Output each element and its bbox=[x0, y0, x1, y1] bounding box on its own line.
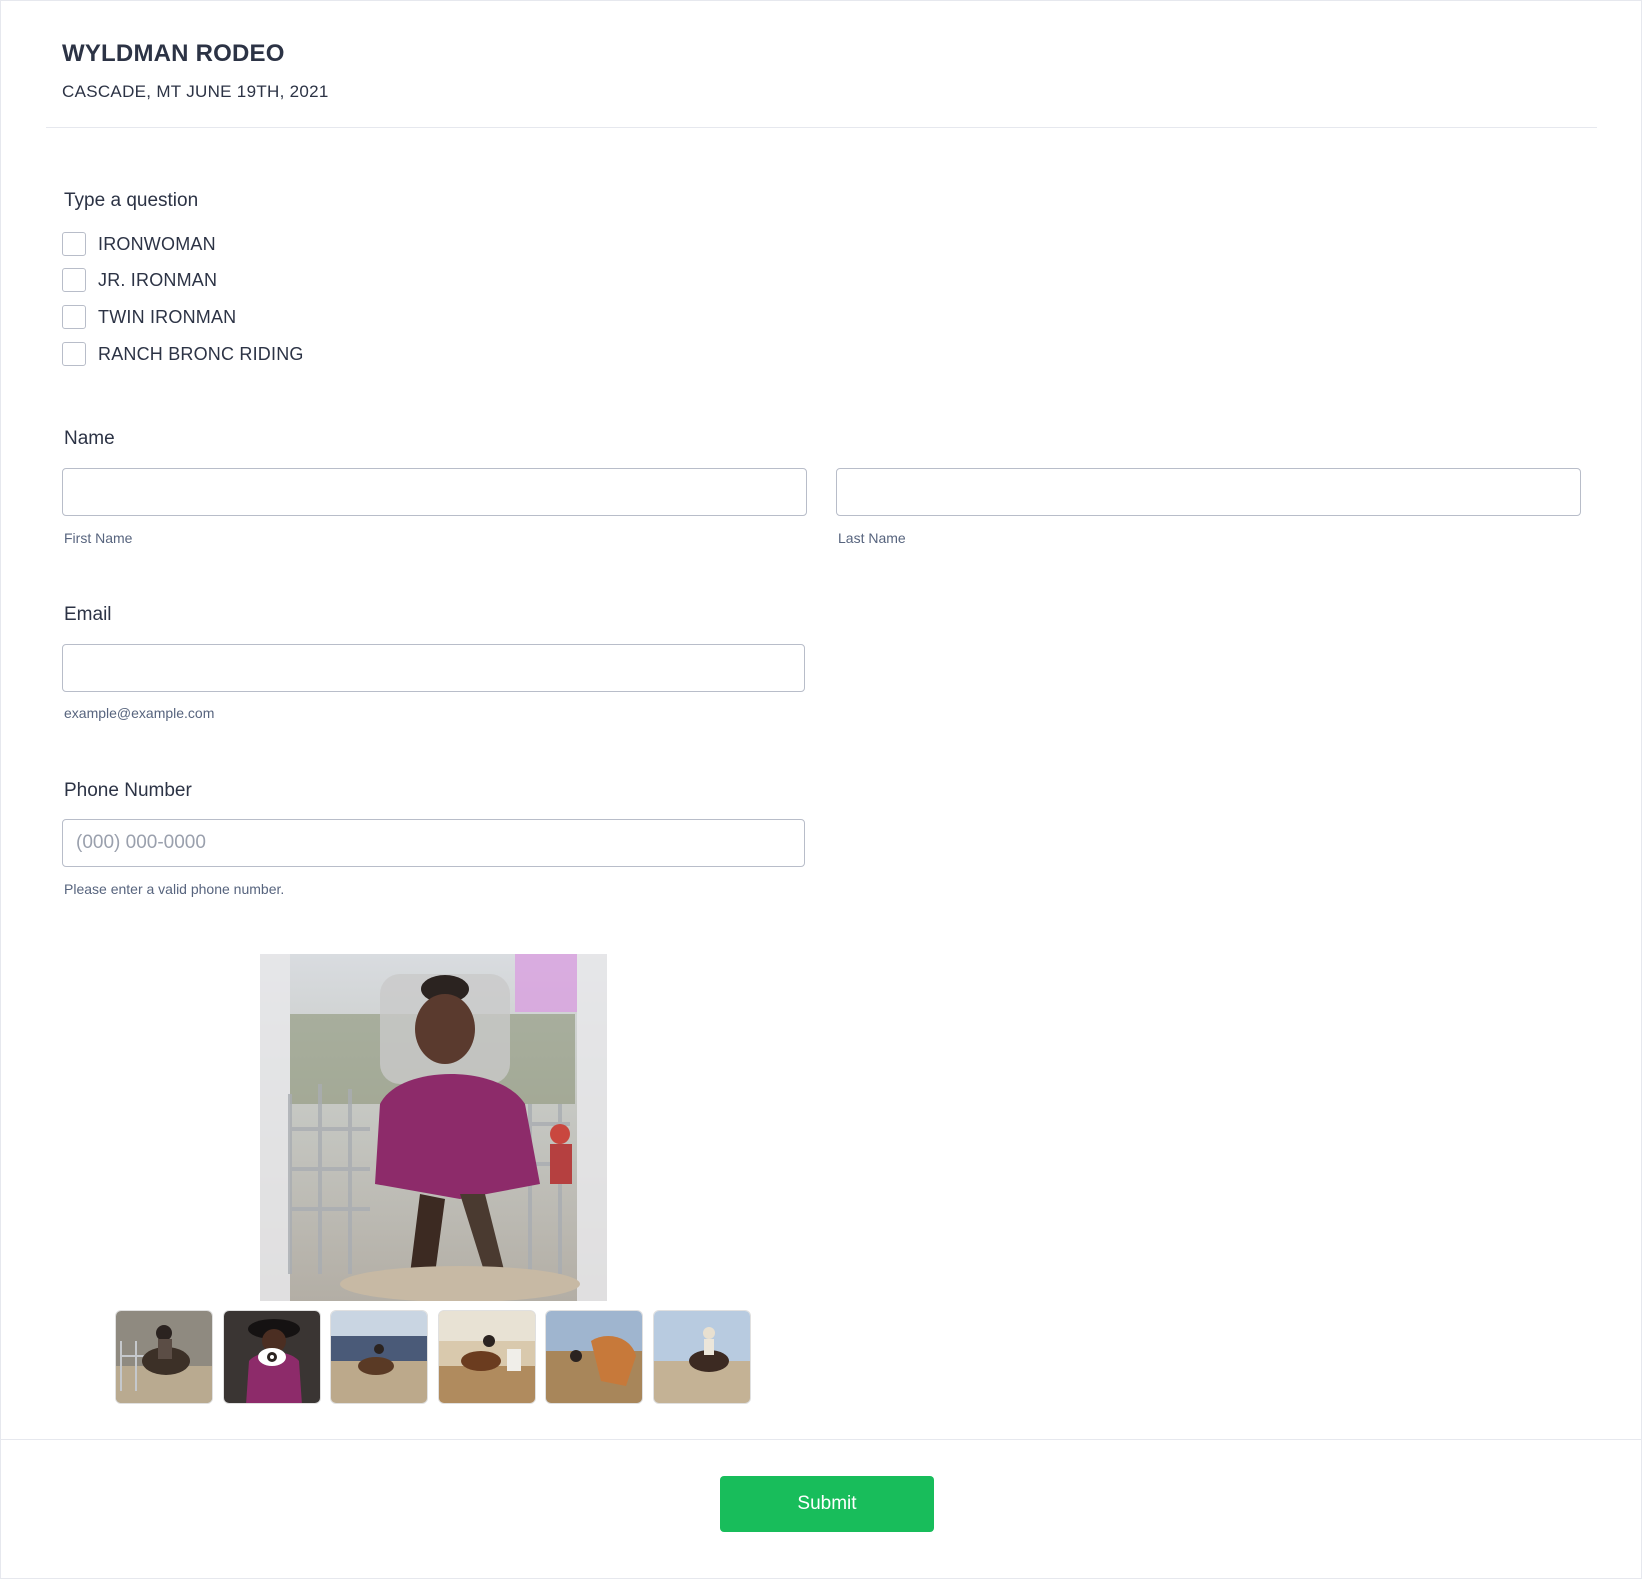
rodeo-barrel-thumbnail bbox=[331, 1311, 427, 1403]
rodeo-rider-image bbox=[260, 954, 607, 1301]
form-subtitle: CASCADE, MT JUNE 19TH, 2021 bbox=[62, 82, 329, 101]
rodeo-roping-thumbnail bbox=[546, 1311, 642, 1403]
submit-button[interactable]: Submit bbox=[720, 1476, 934, 1532]
checkbox[interactable] bbox=[62, 305, 86, 329]
rodeo-bronc-thumbnail bbox=[654, 1311, 750, 1403]
last-name-input[interactable] bbox=[836, 468, 1581, 516]
first-name-input[interactable] bbox=[62, 468, 807, 516]
gallery-thumbnail-5[interactable] bbox=[545, 1310, 643, 1404]
header-divider bbox=[46, 127, 1597, 128]
checkbox[interactable] bbox=[62, 268, 86, 292]
last-name-sublabel: Last Name bbox=[838, 530, 906, 546]
email-label: Email bbox=[64, 604, 112, 625]
checkbox-option-ironwoman[interactable]: IRONWOMAN bbox=[62, 232, 216, 256]
first-name-sublabel: First Name bbox=[64, 530, 133, 546]
checkbox-label: IRONWOMAN bbox=[98, 233, 216, 254]
checkbox-label: JR. IRONMAN bbox=[98, 269, 218, 290]
question-label: Type a question bbox=[64, 190, 199, 211]
form-header: WYLDMAN RODEO CASCADE, MT JUNE 19TH, 202… bbox=[62, 40, 329, 102]
checkbox[interactable] bbox=[62, 342, 86, 366]
eye-icon bbox=[258, 1348, 286, 1366]
checkbox-label: TWIN IRONMAN bbox=[98, 306, 237, 327]
checkbox[interactable] bbox=[62, 232, 86, 256]
name-label: Name bbox=[64, 428, 115, 449]
gallery-main-image[interactable] bbox=[260, 954, 607, 1301]
gallery-thumbnail-1[interactable] bbox=[115, 1310, 213, 1404]
checkbox-option-twin-ironman[interactable]: TWIN IRONMAN bbox=[62, 305, 236, 329]
phone-sublabel: Please enter a valid phone number. bbox=[64, 881, 285, 897]
rodeo-bronc-thumbnail bbox=[116, 1311, 212, 1403]
checkbox-label: RANCH BRONC RIDING bbox=[98, 343, 304, 364]
phone-label: Phone Number bbox=[64, 780, 192, 801]
gallery-thumbnail-2[interactable] bbox=[223, 1310, 321, 1404]
form-title: WYLDMAN RODEO bbox=[62, 40, 285, 67]
email-sublabel: example@example.com bbox=[64, 705, 215, 721]
footer-divider bbox=[0, 1439, 1642, 1440]
gallery-thumbnail-4[interactable] bbox=[438, 1310, 536, 1404]
gallery-thumbnail-6[interactable] bbox=[653, 1310, 751, 1404]
email-input[interactable] bbox=[62, 644, 805, 692]
checkbox-option-jr-ironman[interactable]: JR. IRONMAN bbox=[62, 268, 217, 292]
gallery-thumbnail-3[interactable] bbox=[330, 1310, 428, 1404]
checkbox-option-ranch-bronc-riding[interactable]: RANCH BRONC RIDING bbox=[62, 342, 304, 366]
phone-input[interactable] bbox=[62, 819, 805, 867]
rodeo-barrel-thumbnail bbox=[439, 1311, 535, 1403]
